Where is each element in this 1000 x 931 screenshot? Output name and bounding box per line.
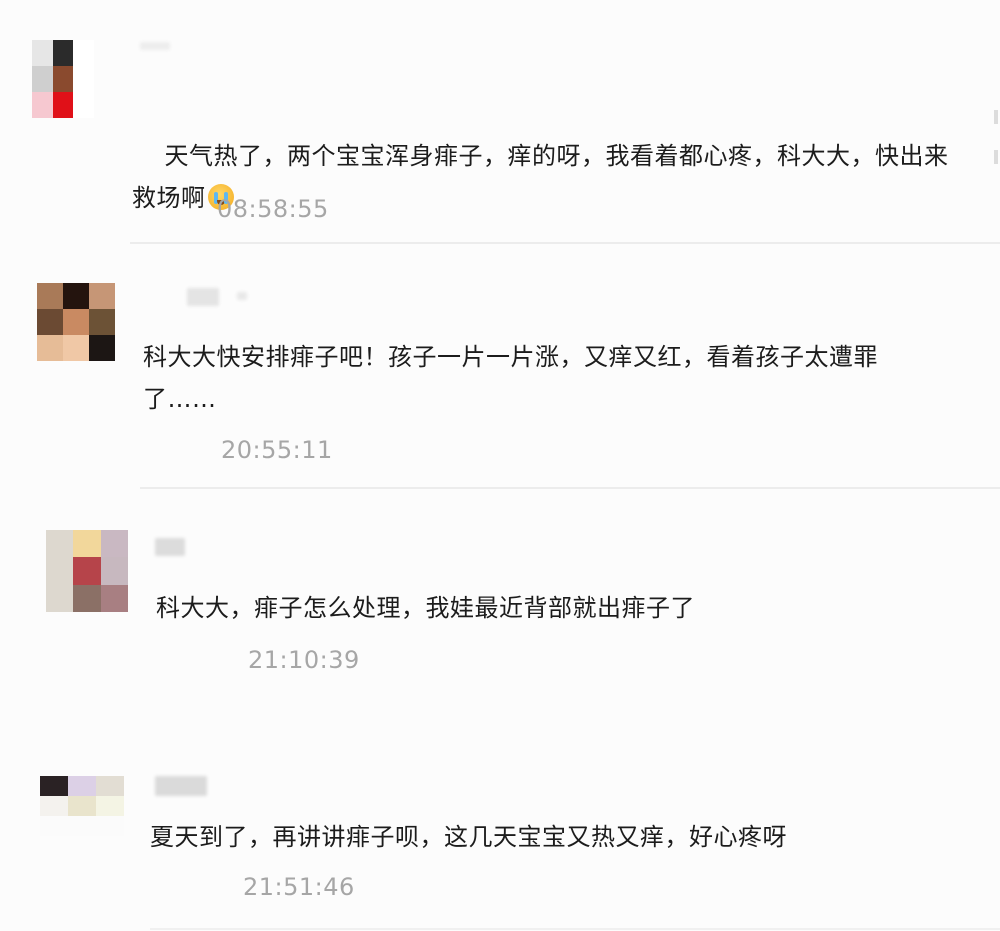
- avatar-mosaic-tile: [52, 66, 74, 92]
- comment-item: 科大大，痱子怎么处理，我娃最近背部就出痱子了 21:10:39: [0, 490, 1000, 730]
- avatar-mosaic-tile: [37, 309, 63, 335]
- username-redacted[interactable]: [155, 538, 185, 556]
- avatar-mosaic-tile: [89, 309, 115, 335]
- divider: [130, 242, 1000, 244]
- avatar-mosaic-tile: [73, 557, 101, 585]
- avatar-mosaic-tile: [100, 584, 128, 612]
- comment-item: 夏天到了，再讲讲痱子呗，这几天宝宝又热又痒，好心疼呀 21:51:46: [0, 730, 1000, 931]
- divider: [140, 487, 1000, 489]
- avatar-mosaic-tile: [63, 283, 89, 309]
- comment-timestamp: 21:10:39: [248, 646, 360, 674]
- avatar-mosaic-tile: [46, 530, 74, 558]
- avatar[interactable]: [40, 776, 124, 836]
- avatar-mosaic-tile: [89, 283, 115, 309]
- avatar[interactable]: [32, 40, 94, 118]
- avatar-mosaic-tile: [89, 335, 115, 361]
- avatar-mosaic-tile: [63, 309, 89, 335]
- avatar-mosaic-tile: [73, 40, 94, 66]
- avatar-mosaic-tile: [73, 92, 94, 118]
- comment-text: 科大大，痱子怎么处理，我娃最近背部就出痱子了: [156, 594, 695, 622]
- truncated-char: [994, 150, 998, 164]
- truncated-char: [994, 110, 998, 124]
- avatar-mosaic-tile: [96, 816, 124, 836]
- avatar-mosaic-tile: [68, 796, 96, 816]
- avatar-mosaic-tile: [68, 776, 96, 796]
- avatar[interactable]: [37, 283, 115, 361]
- avatar-mosaic-tile: [68, 816, 96, 836]
- avatar-mosaic-tile: [100, 530, 128, 558]
- divider: [150, 928, 1000, 930]
- avatar-mosaic-tile: [73, 530, 101, 558]
- avatar-mosaic-tile: [73, 66, 94, 92]
- avatar-mosaic-tile: [32, 66, 53, 92]
- avatar-mosaic-tile: [63, 335, 89, 361]
- avatar-mosaic-tile: [40, 796, 68, 816]
- comment-text: 夏天到了，再讲讲痱子呗，这几天宝宝又热又痒，好心疼呀: [150, 823, 787, 851]
- avatar-mosaic-tile: [37, 283, 63, 309]
- avatar-mosaic-tile: [32, 40, 53, 66]
- avatar[interactable]: [46, 530, 128, 612]
- avatar-mosaic-tile: [46, 584, 74, 612]
- avatar-mosaic-tile: [40, 776, 68, 796]
- avatar-mosaic-tile: [52, 40, 74, 66]
- comment-item: 天气热了，两个宝宝浑身痱子，痒的呀，我看着都心疼，科大大，快出来 救场啊 08:…: [0, 0, 1000, 245]
- username-redacted[interactable]: [237, 292, 247, 300]
- username-redacted[interactable]: [140, 42, 170, 50]
- username-redacted[interactable]: [187, 288, 219, 306]
- comment-timestamp: 08:58:55: [217, 195, 329, 223]
- comment-item: 科大大快安排痱子吧！孩子一片一片涨，又痒又红，看着孩子太遭罪 了…… 20:55…: [0, 245, 1000, 490]
- avatar-mosaic-tile: [32, 92, 53, 118]
- avatar-mosaic-tile: [46, 557, 74, 585]
- avatar-mosaic-tile: [96, 776, 124, 796]
- comment-timestamp: 20:55:11: [221, 436, 333, 464]
- avatar-mosaic-tile: [96, 796, 124, 816]
- avatar-mosaic-tile: [40, 816, 68, 836]
- username-redacted[interactable]: [155, 776, 207, 796]
- comment-text: 天气热了，两个宝宝浑身痱子，痒的呀，我看着都心疼，科大大，快出来 救场啊: [132, 93, 1000, 261]
- avatar-mosaic-tile: [52, 92, 74, 118]
- comment-timestamp: 21:51:46: [243, 873, 355, 901]
- avatar-mosaic-tile: [73, 584, 101, 612]
- comment-text: 科大大快安排痱子吧！孩子一片一片涨，又痒又红，看着孩子太遭罪 了……: [143, 343, 878, 413]
- avatar-mosaic-tile: [37, 335, 63, 361]
- avatar-mosaic-tile: [100, 557, 128, 585]
